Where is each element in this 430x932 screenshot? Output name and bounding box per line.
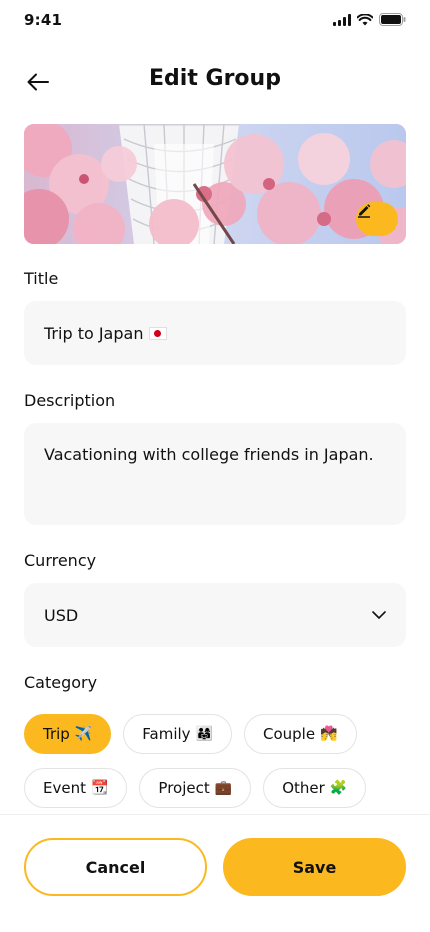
save-button[interactable]: Save: [223, 838, 406, 896]
page-title: Edit Group: [149, 66, 281, 91]
currency-value: USD: [44, 605, 79, 625]
title-field[interactable]: Trip to Japan: [24, 301, 406, 365]
battery-icon: [379, 13, 406, 26]
wifi-icon: [357, 13, 373, 25]
cover-image: [24, 124, 406, 244]
category-chip-family[interactable]: Family 👨‍👩‍👧: [123, 714, 232, 754]
description-field[interactable]: Vacationing with college friends in Japa…: [24, 423, 406, 525]
description-label: Description: [24, 391, 116, 410]
cancel-button[interactable]: Cancel: [24, 838, 207, 896]
category-chip-couple[interactable]: Couple 💏: [243, 714, 357, 754]
category-label: Category: [24, 673, 98, 692]
airplane-icon: ✈️: [74, 726, 93, 742]
chip-label: Project: [158, 779, 210, 797]
signal-icon: [333, 13, 351, 26]
family-icon: 👨‍👩‍👧: [195, 726, 213, 742]
status-icons: [333, 13, 406, 26]
cover-illustration: [24, 124, 406, 244]
chip-label: Other: [282, 779, 325, 797]
category-row-2: Event 📆 Project 💼 Other 🧩: [24, 768, 367, 808]
briefcase-icon: 💼: [214, 780, 233, 796]
bottom-divider: [0, 814, 430, 815]
category-chip-project[interactable]: Project 💼: [139, 768, 252, 808]
category-chip-other[interactable]: Other 🧩: [263, 768, 367, 808]
category-chip-event[interactable]: Event 📆: [24, 768, 128, 808]
currency-label: Currency: [24, 551, 97, 570]
couple-icon: 💏: [320, 726, 338, 742]
puzzle-icon: 🧩: [329, 780, 348, 796]
title-value: Trip to Japan: [44, 323, 144, 343]
pencil-icon: [358, 204, 371, 218]
edit-cover-button[interactable]: [356, 202, 398, 236]
chip-label: Event: [43, 779, 86, 797]
chip-label: Trip: [43, 725, 70, 743]
currency-select[interactable]: USD: [24, 583, 406, 647]
japan-flag-icon: [149, 326, 168, 340]
chevron-down-icon: [372, 611, 386, 619]
category-row-1: Trip ✈️ Family 👨‍👩‍👧 Couple 💏: [24, 714, 357, 754]
description-value: Vacationing with college friends in Japa…: [44, 445, 374, 464]
status-bar: 9:41: [0, 0, 430, 44]
status-time: 9:41: [24, 11, 63, 29]
calendar-icon: 📆: [90, 780, 109, 796]
chip-label: Family: [142, 725, 191, 743]
title-label: Title: [24, 269, 59, 288]
chip-label: Couple: [262, 725, 316, 743]
header: Edit Group: [0, 58, 430, 102]
category-chip-trip[interactable]: Trip ✈️: [24, 714, 112, 754]
